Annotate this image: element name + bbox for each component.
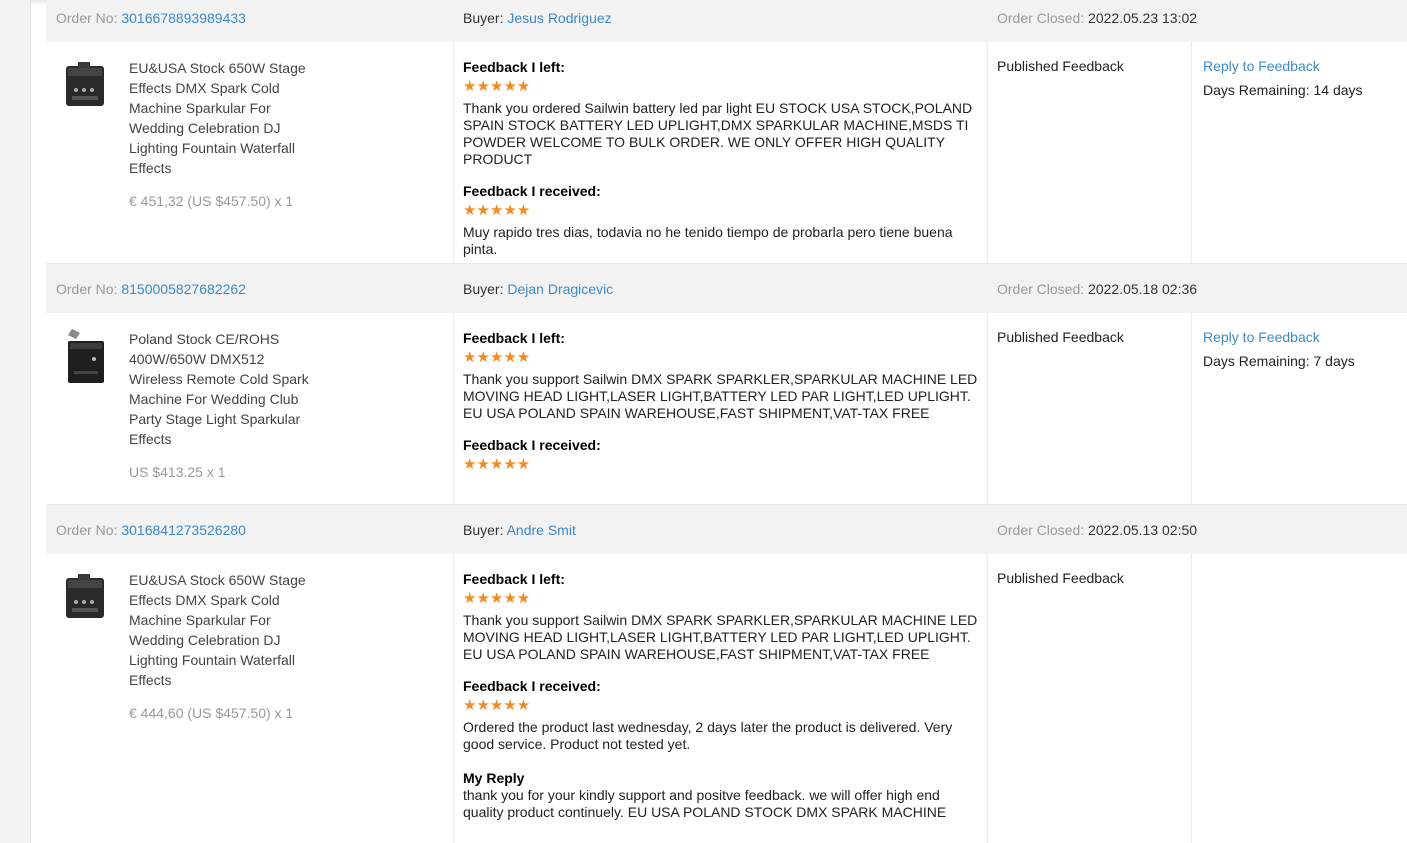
feedback-left-title: Feedback I left:	[463, 59, 565, 75]
product-thumbnail[interactable]	[64, 572, 108, 622]
feedback-left-title: Feedback I left:	[463, 571, 565, 587]
feedback-received-title: Feedback I received:	[463, 183, 601, 199]
buyer-link[interactable]: Dejan Dragicevic	[507, 281, 613, 297]
status-text: Published Feedback	[997, 329, 1124, 345]
days-remaining: Days Remaining: 7 days	[1203, 353, 1355, 369]
reply-to-feedback-link[interactable]: Reply to Feedback	[1203, 329, 1355, 345]
order-closed: Order Closed: 2022.05.23 13:02	[997, 0, 1197, 43]
buyer: Buyer: Dejan Dragicevic	[463, 264, 613, 314]
action-cell	[1191, 554, 1407, 843]
product-name[interactable]: Poland Stock CE/ROHS 400W/650W DMX512 Wi…	[129, 329, 309, 449]
order-header: Order No: 3016678893989433 Buyer: Jesus …	[46, 0, 1407, 42]
buyer: Buyer: Andre Smit	[463, 505, 576, 555]
order-closed-date: 2022.05.18 02:36	[1088, 281, 1198, 297]
buyer-label: Buyer:	[463, 281, 504, 297]
feedback-left-text: Thank you support Sailwin DMX SPARK SPAR…	[463, 612, 978, 662]
order-no-label: Order No:	[56, 281, 118, 297]
orders-list: Order No: 3016678893989433 Buyer: Jesus …	[46, 0, 1407, 843]
product-name[interactable]: EU&USA Stock 650W Stage Effects DMX Spar…	[129, 58, 309, 178]
reply-to-feedback-link[interactable]: Reply to Feedback	[1203, 58, 1363, 74]
buyer-link[interactable]: Andre Smit	[507, 522, 576, 538]
feedback-left-title: Feedback I left:	[463, 330, 565, 346]
order-closed-date: 2022.05.23 13:02	[1088, 10, 1198, 26]
feedback-received-stars: ★★★★★	[463, 202, 531, 219]
product-cell: EU&USA Stock 650W Stage Effects DMX Spar…	[46, 554, 453, 843]
order-number: Order No: 8150005827682262	[56, 264, 246, 314]
feedback-left-text: Thank you support Sailwin DMX SPARK SPAR…	[463, 371, 978, 421]
product-thumbnail[interactable]	[64, 327, 108, 387]
my-reply-text: thank you for your kindly support and po…	[463, 787, 947, 820]
product-cell: Poland Stock CE/ROHS 400W/650W DMX512 Wi…	[46, 313, 453, 504]
feedback-received-stars: ★★★★★	[463, 697, 531, 714]
status-cell: Published Feedback	[987, 313, 1191, 504]
status-cell: Published Feedback	[987, 554, 1191, 843]
days-remaining: Days Remaining: 14 days	[1203, 82, 1363, 98]
order-no-link[interactable]: 3016678893989433	[121, 10, 246, 26]
order-body: Poland Stock CE/ROHS 400W/650W DMX512 Wi…	[46, 313, 1407, 504]
my-reply-title: My Reply	[463, 770, 525, 786]
feedback-cell: Feedback I left: ★★★★★ Thank you support…	[453, 554, 987, 843]
order-closed-label: Order Closed:	[997, 10, 1085, 26]
order-card: Order No: 3016841273526280 Buyer: Andre …	[46, 504, 1407, 843]
left-sidebar-strip	[0, 0, 31, 843]
order-no-link[interactable]: 3016841273526280	[121, 522, 246, 538]
order-closed-label: Order Closed:	[997, 281, 1085, 297]
buyer-label: Buyer:	[463, 10, 504, 26]
product-price: € 444,60 (US $457.50) x 1	[129, 705, 294, 721]
feedback-cell: Feedback I left: ★★★★★ Thank you support…	[453, 313, 987, 504]
action-cell: Reply to Feedback Days Remaining: 14 day…	[1191, 42, 1407, 263]
product-thumbnail[interactable]	[64, 60, 108, 110]
order-no-label: Order No:	[56, 522, 118, 538]
feedback-received-title: Feedback I received:	[463, 678, 601, 694]
product-name[interactable]: EU&USA Stock 650W Stage Effects DMX Spar…	[129, 570, 309, 690]
feedback-received-text: Ordered the product last wednesday, 2 da…	[463, 719, 953, 752]
feedback-left-text: Thank you ordered Sailwin battery led pa…	[463, 100, 973, 167]
order-number: Order No: 3016841273526280	[56, 505, 246, 555]
feedback-left-stars: ★★★★★	[463, 78, 531, 95]
order-number: Order No: 3016678893989433	[56, 0, 246, 43]
status-cell: Published Feedback	[987, 42, 1191, 263]
order-closed: Order Closed: 2022.05.13 02:50	[997, 505, 1197, 555]
order-header: Order No: 8150005827682262 Buyer: Dejan …	[46, 263, 1407, 313]
order-no-link[interactable]: 8150005827682262	[121, 281, 246, 297]
order-no-label: Order No:	[56, 10, 118, 26]
feedback-cell: Feedback I left: ★★★★★ Thank you ordered…	[453, 42, 987, 263]
feedback-left-stars: ★★★★★	[463, 349, 531, 366]
product-cell: EU&USA Stock 650W Stage Effects DMX Spar…	[46, 42, 453, 263]
buyer: Buyer: Jesus Rodriguez	[463, 0, 612, 43]
order-header: Order No: 3016841273526280 Buyer: Andre …	[46, 504, 1407, 554]
order-body: EU&USA Stock 650W Stage Effects DMX Spar…	[46, 554, 1407, 843]
order-closed-date: 2022.05.13 02:50	[1088, 522, 1198, 538]
buyer-link[interactable]: Jesus Rodriguez	[507, 10, 611, 26]
order-card: Order No: 8150005827682262 Buyer: Dejan …	[46, 263, 1407, 504]
status-text: Published Feedback	[997, 570, 1124, 586]
feedback-received-title: Feedback I received:	[463, 437, 601, 453]
product-price: € 451,32 (US $457.50) x 1	[129, 193, 294, 209]
status-text: Published Feedback	[997, 58, 1124, 74]
feedback-left-stars: ★★★★★	[463, 590, 531, 607]
order-closed: Order Closed: 2022.05.18 02:36	[997, 264, 1197, 314]
order-closed-label: Order Closed:	[997, 522, 1085, 538]
feedback-received-stars: ★★★★★	[463, 456, 531, 473]
feedback-received-text: Muy rapido tres dias, todavia no he teni…	[463, 224, 953, 257]
order-body: EU&USA Stock 650W Stage Effects DMX Spar…	[46, 42, 1407, 263]
action-cell: Reply to Feedback Days Remaining: 7 days	[1191, 313, 1407, 504]
order-card: Order No: 3016678893989433 Buyer: Jesus …	[46, 0, 1407, 263]
product-price: US $413.25 x 1	[129, 464, 226, 480]
buyer-label: Buyer:	[463, 522, 504, 538]
